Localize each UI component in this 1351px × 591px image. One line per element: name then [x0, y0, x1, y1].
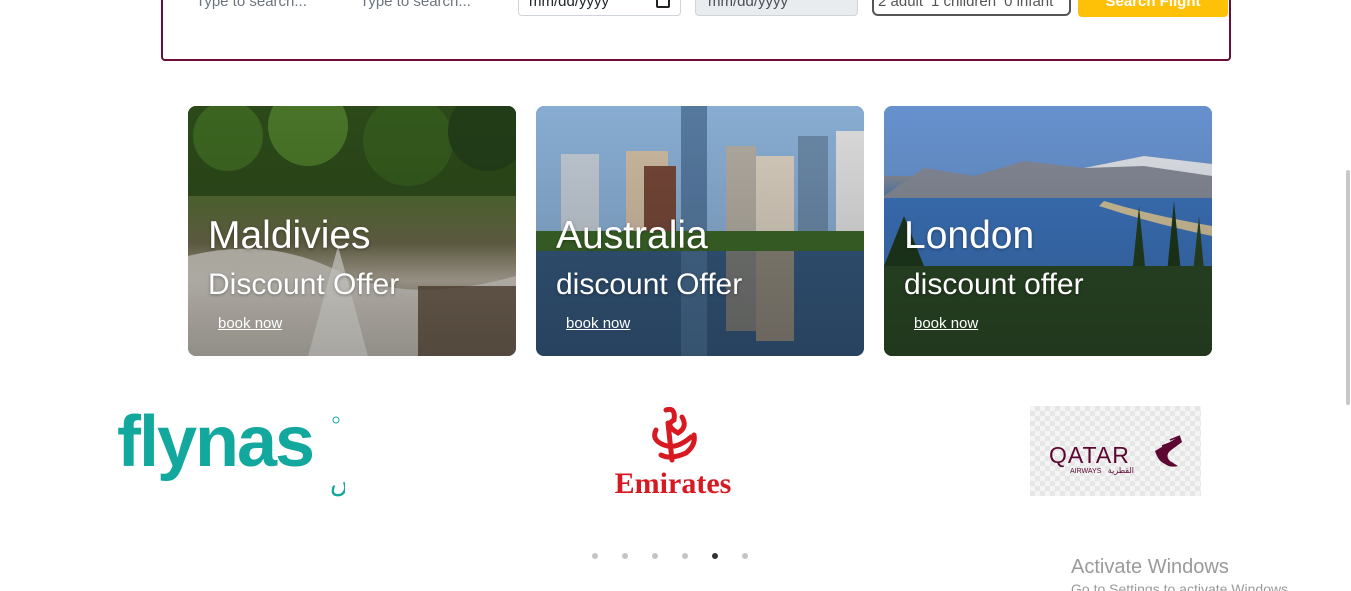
search-flight-button[interactable]: Search Flight [1078, 0, 1228, 17]
book-now-link[interactable]: book now [914, 315, 978, 332]
carousel-dot[interactable] [742, 553, 748, 559]
depart-date-input[interactable]: mm/dd/yyyy [518, 0, 681, 16]
return-date-value: mm/dd/yyyy [708, 0, 789, 10]
card-place-title: Maldivies [208, 214, 371, 257]
flynas-logo-graphic: flynas طيران ناس [117, 402, 454, 497]
watermark-title: Activate Windows [1071, 556, 1229, 578]
qatar-airways-logo[interactable]: QATAR AIRWAYS القطرية [1030, 406, 1201, 496]
flynas-logo[interactable]: flynas طيران ناس [115, 398, 454, 498]
svg-text:flynas: flynas [117, 402, 313, 482]
svg-text:Emirates: Emirates [615, 467, 732, 500]
carousel-indicators [592, 553, 748, 559]
carousel-dot[interactable] [652, 553, 658, 559]
vertical-scrollbar[interactable] [1346, 170, 1350, 405]
book-now-link[interactable]: book now [566, 315, 630, 332]
infant-count: 0 infant [1004, 0, 1054, 10]
destination-card-london[interactable]: London discount offer book now [884, 106, 1212, 356]
carousel-dot[interactable] [712, 553, 718, 559]
depart-date-value: mm/dd/yyyy [529, 0, 610, 10]
flight-search-form: mm/dd/yyyy mm/dd/yyyy 2 adult 1 children… [161, 0, 1231, 61]
destination-card-maldivies[interactable]: Maldivies Discount Offer book now [188, 106, 516, 356]
card-place-title: London [904, 214, 1035, 257]
svg-text:طيران ناس: طيران ناس [330, 467, 345, 497]
card-place-title: Australia [556, 214, 708, 257]
svg-text:AIRWAYS: AIRWAYS [1070, 468, 1102, 475]
activate-windows-watermark: Activate Windows Go to Settings to activ… [1071, 556, 1292, 591]
card-offer-text: discount Offer [556, 268, 743, 301]
adult-count: 2 adult [878, 0, 924, 10]
qatar-airways-logo-graphic: QATAR AIRWAYS القطرية [1049, 435, 1182, 475]
to-input[interactable] [360, 0, 510, 16]
carousel-dot[interactable] [682, 553, 688, 559]
from-input[interactable] [196, 0, 346, 16]
carousel-dot[interactable] [622, 553, 628, 559]
carousel-dot[interactable] [592, 553, 598, 559]
emirates-logo-graphic: Emirates [615, 407, 732, 500]
children-count: 1 children [931, 0, 997, 10]
calendar-icon[interactable] [656, 0, 670, 8]
watermark-subtitle: Go to Settings to activate Windows. [1071, 581, 1292, 591]
emirates-logo[interactable]: Emirates [606, 405, 741, 500]
return-date-input[interactable]: mm/dd/yyyy [695, 0, 858, 16]
svg-text:QATAR: QATAR [1049, 442, 1130, 468]
destination-card-australia[interactable]: Australia discount Offer book now [536, 106, 864, 356]
card-offer-text: discount offer [904, 268, 1084, 301]
passengers-selector[interactable]: 2 adult 1 children 0 infant [872, 0, 1071, 16]
card-offer-text: Discount Offer [208, 268, 400, 301]
svg-text:القطرية: القطرية [1108, 466, 1134, 475]
book-now-link[interactable]: book now [218, 315, 282, 332]
